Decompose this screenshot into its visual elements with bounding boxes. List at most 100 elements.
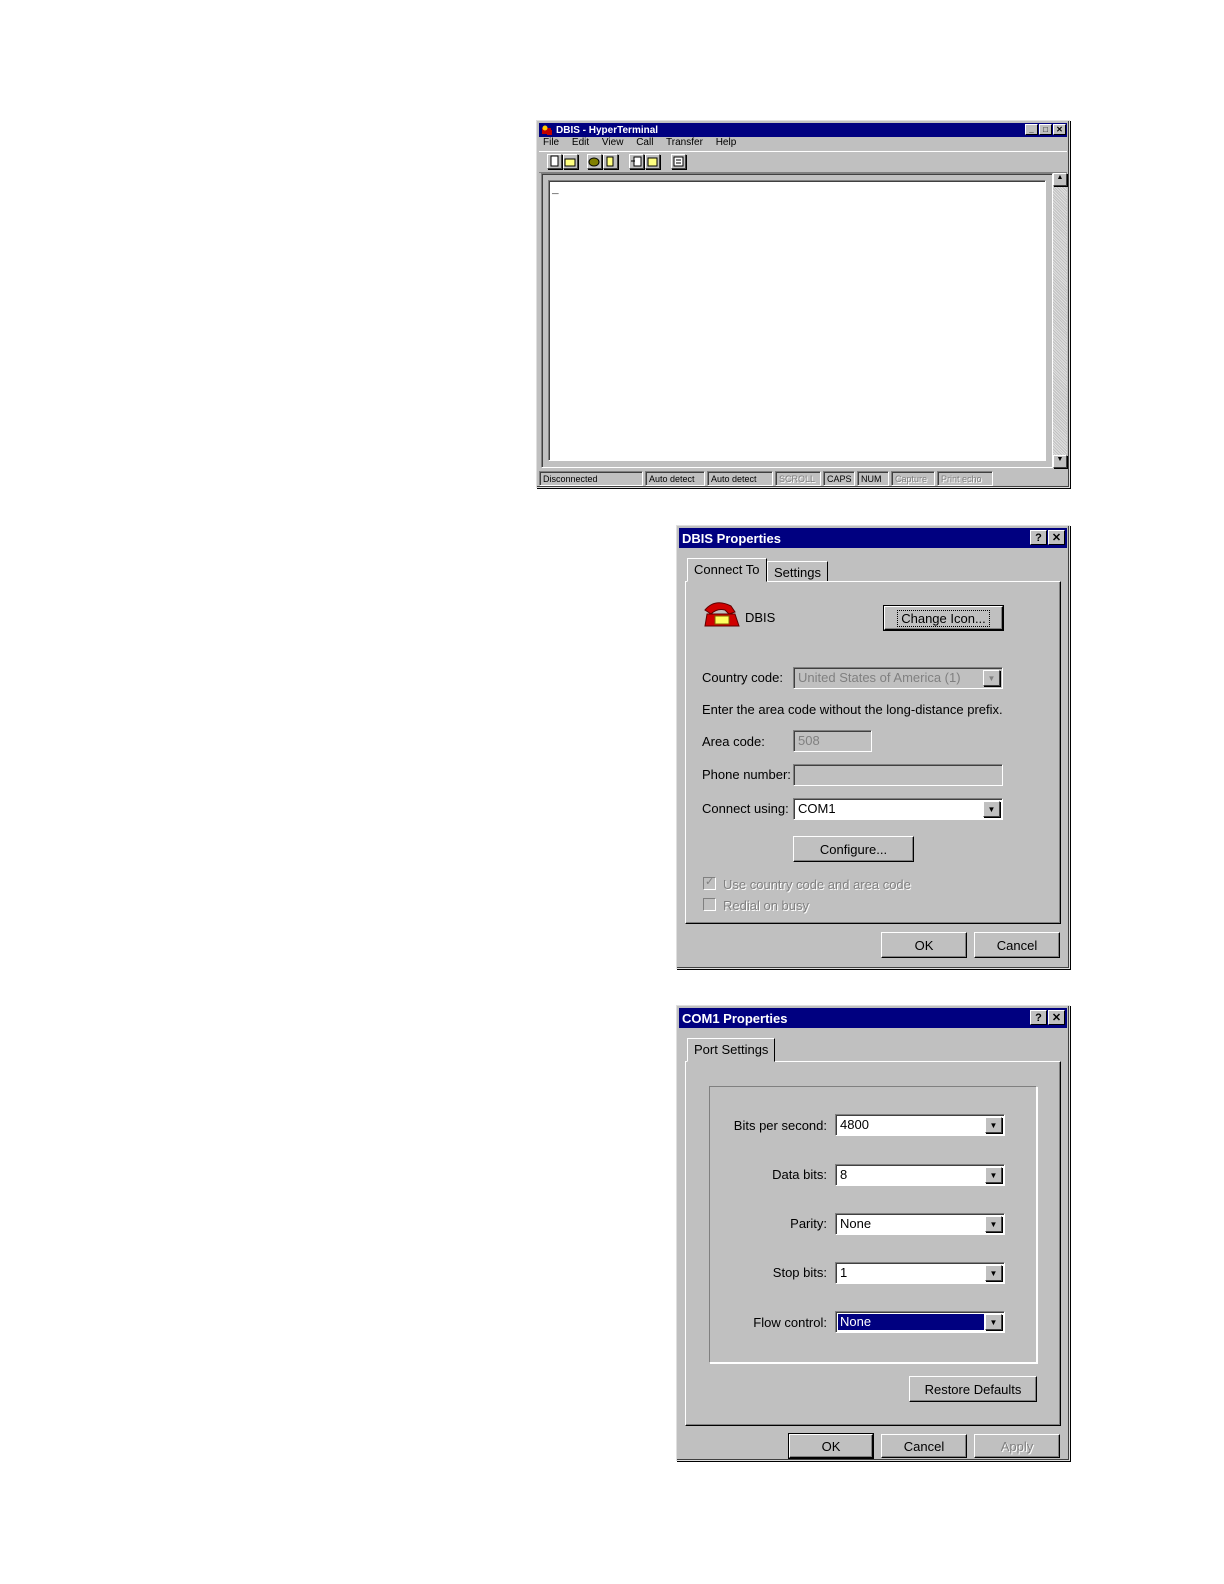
- redial-on-busy-checkbox[interactable]: [703, 898, 716, 911]
- parity-label: Parity:: [790, 1216, 827, 1231]
- close-button[interactable]: ✕: [1053, 124, 1066, 135]
- status-num: NUM: [857, 471, 889, 486]
- flow-control-select[interactable]: None ▼: [835, 1311, 1005, 1333]
- hyperterminal-window: DBIS - HyperTerminal _ □ ✕ File Edit Vie…: [536, 120, 1070, 488]
- data-bits-select[interactable]: 8 ▼: [835, 1164, 1005, 1186]
- terminal-area[interactable]: _: [541, 173, 1053, 468]
- com1-titlebar[interactable]: COM1 Properties ? ✕: [679, 1008, 1067, 1028]
- stop-bits-label: Stop bits:: [772, 1265, 827, 1280]
- com1-title: COM1 Properties: [682, 1010, 788, 1026]
- connect-using-label: Connect using:: [702, 801, 789, 816]
- chevron-down-icon[interactable]: ▼: [985, 1167, 1002, 1183]
- tab-settings[interactable]: Settings: [767, 561, 828, 581]
- tab-connect-to[interactable]: Connect To: [687, 558, 767, 582]
- stop-bits-value: 1: [840, 1265, 848, 1280]
- parity-value: None: [840, 1216, 872, 1231]
- connection-name: DBIS: [745, 610, 776, 625]
- menu-bar: File Edit View Call Transfer Help: [543, 137, 746, 148]
- restore-defaults-button[interactable]: Restore Defaults: [909, 1376, 1037, 1402]
- flow-control-value: None: [838, 1314, 984, 1330]
- help-button[interactable]: ?: [1030, 530, 1047, 545]
- tab-port-settings[interactable]: Port Settings: [687, 1038, 776, 1062]
- area-code-input[interactable]: 508: [793, 730, 872, 752]
- redial-on-busy-label: Redial on busy: [723, 898, 809, 913]
- chevron-down-icon[interactable]: ▼: [985, 1117, 1002, 1133]
- phone-icon: [701, 596, 741, 632]
- bits-per-second-label: Bits per second:: [733, 1118, 827, 1133]
- hyperterminal-app-icon: [541, 125, 553, 136]
- status-connection: Disconnected: [539, 471, 643, 486]
- receive-icon[interactable]: [645, 154, 660, 169]
- change-icon-button[interactable]: Change Icon...: [883, 605, 1004, 631]
- disconnect-icon[interactable]: [603, 154, 618, 169]
- terminal-screen[interactable]: _: [548, 180, 1046, 461]
- menu-help[interactable]: Help: [716, 137, 737, 148]
- terminal-cursor: _: [552, 185, 559, 197]
- menu-file[interactable]: File: [543, 137, 559, 148]
- toolbar: [539, 151, 1067, 173]
- dbis-title: DBIS Properties: [682, 530, 781, 546]
- vertical-scrollbar[interactable]: ▲ ▼: [1053, 173, 1067, 468]
- chevron-down-icon[interactable]: ▼: [983, 801, 1000, 817]
- use-country-code-label: Use country code and area code: [723, 877, 911, 892]
- bits-per-second-select[interactable]: 4800 ▼: [835, 1114, 1005, 1136]
- menu-call[interactable]: Call: [636, 137, 653, 148]
- com1-properties-dialog: COM1 Properties ? ✕ Port Settings Bits p…: [676, 1005, 1070, 1461]
- data-bits-label: Data bits:: [772, 1167, 827, 1182]
- country-code-select[interactable]: United States of America (1) ▼: [793, 667, 1003, 689]
- close-button[interactable]: ✕: [1048, 530, 1065, 545]
- help-button[interactable]: ?: [1030, 1010, 1047, 1025]
- chevron-down-icon[interactable]: ▼: [985, 1265, 1002, 1281]
- menu-view[interactable]: View: [602, 137, 624, 148]
- area-code-label: Area code:: [702, 734, 765, 749]
- status-bar: Disconnected Auto detect Auto detect SCR…: [539, 471, 1067, 486]
- ok-button[interactable]: OK: [788, 1433, 874, 1459]
- data-bits-value: 8: [840, 1167, 848, 1182]
- send-icon[interactable]: [629, 154, 644, 169]
- connect-using-value: COM1: [798, 801, 836, 816]
- connect-to-panel: [685, 581, 1061, 924]
- properties-icon[interactable]: [671, 154, 686, 169]
- status-capture: Capture: [891, 471, 935, 486]
- apply-button[interactable]: Apply: [974, 1434, 1060, 1458]
- status-caps: CAPS: [823, 471, 855, 486]
- status-autodetect-2: Auto detect: [707, 471, 773, 486]
- scroll-up-button[interactable]: ▲: [1053, 173, 1067, 186]
- status-scroll: SCROLL: [775, 471, 821, 486]
- close-button[interactable]: ✕: [1048, 1010, 1065, 1025]
- chevron-down-icon[interactable]: ▼: [985, 1216, 1002, 1232]
- maximize-button[interactable]: □: [1039, 124, 1052, 135]
- hyperterminal-title: DBIS - HyperTerminal: [556, 124, 659, 136]
- change-icon-label: Change Icon...: [897, 609, 990, 627]
- status-autodetect-1: Auto detect: [645, 471, 705, 486]
- menu-edit[interactable]: Edit: [572, 137, 589, 148]
- use-country-code-checkbox[interactable]: ✓: [703, 876, 716, 890]
- scroll-down-button[interactable]: ▼: [1053, 455, 1067, 468]
- chevron-down-icon[interactable]: ▼: [985, 1314, 1002, 1330]
- menu-transfer[interactable]: Transfer: [666, 137, 703, 148]
- stop-bits-select[interactable]: 1 ▼: [835, 1262, 1005, 1284]
- dbis-properties-dialog: DBIS Properties ? ✕ Connect To Settings …: [676, 525, 1070, 969]
- ok-button[interactable]: OK: [881, 932, 967, 958]
- checkmark-icon: ✓: [705, 876, 715, 888]
- hyperterminal-titlebar[interactable]: DBIS - HyperTerminal _ □ ✕: [539, 123, 1067, 137]
- new-icon[interactable]: [547, 154, 562, 169]
- dbis-titlebar[interactable]: DBIS Properties ? ✕: [679, 528, 1067, 548]
- chevron-down-icon[interactable]: ▼: [983, 670, 1000, 686]
- parity-select[interactable]: None ▼: [835, 1213, 1005, 1235]
- connect-icon[interactable]: [587, 154, 602, 169]
- connect-using-select[interactable]: COM1 ▼: [793, 798, 1003, 820]
- phone-number-input[interactable]: [793, 764, 1003, 786]
- cancel-button[interactable]: Cancel: [974, 932, 1060, 958]
- bits-per-second-value: 4800: [840, 1117, 869, 1132]
- country-code-value: United States of America (1): [798, 670, 961, 685]
- country-code-label: Country code:: [702, 670, 783, 685]
- area-code-hint: Enter the area code without the long-dis…: [702, 702, 1003, 717]
- flow-control-label: Flow control:: [753, 1315, 827, 1330]
- status-print-echo: Print echo: [937, 471, 993, 486]
- configure-button[interactable]: Configure...: [793, 836, 914, 862]
- cancel-button[interactable]: Cancel: [881, 1434, 967, 1458]
- open-icon[interactable]: [563, 154, 578, 169]
- phone-number-label: Phone number:: [702, 767, 791, 782]
- minimize-button[interactable]: _: [1025, 124, 1038, 135]
